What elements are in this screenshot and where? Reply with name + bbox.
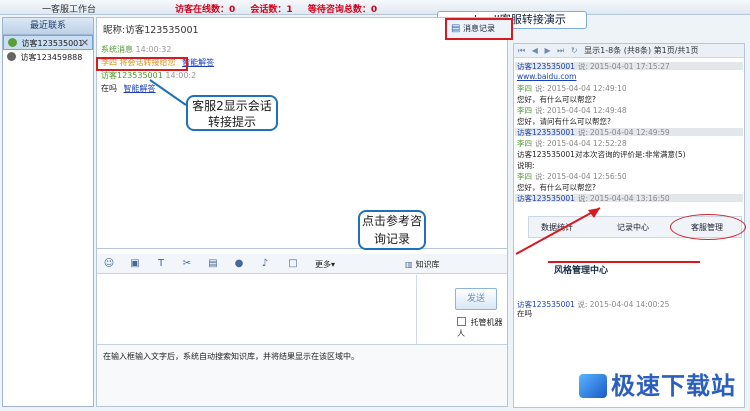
- system-message: 系统消息 14:00:32: [101, 45, 172, 54]
- history-line: www.baidu.com: [517, 72, 577, 81]
- visitor-message-header: 访客123535001 14:00:2: [101, 71, 197, 80]
- transfer-highlight-box: [96, 57, 188, 71]
- history-line: 访客123535001对本次咨询的评价是:非常满意(5): [517, 150, 686, 159]
- pagination-info: 显示1-8条 (共8条) 第1页/共1页: [584, 46, 699, 55]
- robot-checkbox[interactable]: 托管机器人: [457, 317, 507, 339]
- history-line: 李四 说: 2015-04-04 12:49:10: [517, 84, 627, 93]
- chat-panel: 昵称:访客123535001 系统消息 14:00:32 李四 将会话转接给您 …: [96, 17, 513, 407]
- highlight-ellipse: [670, 214, 746, 240]
- stats-bar: 访客在线数：0 会话数：1 等待咨询总数：0: [175, 2, 389, 15]
- message-input[interactable]: [97, 275, 417, 346]
- visitor-item[interactable]: 访客123459888: [3, 50, 93, 65]
- history-line: 访客123535001 说: 2015-04-04 13:16:50: [517, 194, 670, 203]
- history-line: 李四 说: 2015-04-04 12:52:28: [517, 139, 627, 148]
- input-toolbar: ☺ ▣ T ✂ ▤ ● ♪ □ 更多▾ 知识库: [97, 254, 507, 274]
- history-line: 您好，有什么可以帮您?: [517, 183, 596, 192]
- visitor-avatar-icon: [8, 38, 17, 47]
- tab-statistics[interactable]: 数据统计: [541, 222, 573, 233]
- history-line: 访客123535001 说: 2015-04-04 12:49:59: [517, 128, 670, 137]
- history-panel: ⏮ ◀ ▶ ⏭ ↻ 显示1-8条 (共8条) 第1页/共1页 访客1235350…: [513, 43, 746, 408]
- style-center-title: 风格管理中心: [554, 266, 609, 276]
- history-bottom-entry: 访客123535001 说: 2015-04-04 14:00:25: [517, 300, 670, 309]
- font-icon[interactable]: T: [155, 258, 167, 270]
- history-line: 李四 说: 2015-04-04 12:49:48: [517, 106, 627, 115]
- stat-waiting: 等待咨询总数：0: [307, 5, 378, 15]
- tab-record-center[interactable]: 记录中心: [617, 222, 649, 233]
- visitor-label: 访客123535001: [21, 39, 84, 48]
- watermark: 极速下载站: [579, 366, 736, 401]
- knowledge-hint-area: 在输入框输入文字后，系统自动搜索知识库，并将结果显示在该区域中。: [97, 344, 507, 406]
- history-line: 您好，有什么可以帮您?: [517, 95, 596, 104]
- history-bottom-text: 在吗: [517, 309, 532, 318]
- visitor-label: 访客123459888: [20, 53, 83, 62]
- history-line: 李四 说: 2015-04-04 12:56:50: [517, 172, 627, 181]
- visitor-avatar-icon: [7, 52, 16, 61]
- history-line: 访客123535001 说: 2015-04-01 17:15:27: [517, 62, 670, 71]
- history-pagination: ⏮ ◀ ▶ ⏭ ↻ 显示1-8条 (共8条) 第1页/共1页: [514, 44, 744, 58]
- transfer-callout: 客服2显示会话转接提示: [186, 95, 278, 131]
- title-bar: 一客服工作台 访客在线数：0 会话数：1 等待咨询总数：0: [0, 0, 750, 15]
- stat-online: 访客在线数：0: [175, 5, 236, 15]
- file-icon[interactable]: ▤: [207, 258, 219, 270]
- recent-contacts-panel: 最近联系 访客123535001 ✕ 访客123459888: [2, 17, 94, 407]
- image-icon[interactable]: ▣: [129, 258, 141, 270]
- knowledge-base-button[interactable]: 知识库: [405, 259, 440, 270]
- scissors-icon[interactable]: ✂: [181, 258, 193, 270]
- screen-icon[interactable]: □: [287, 258, 299, 270]
- first-page-icon[interactable]: ⏮: [518, 46, 525, 55]
- visitor-item-active[interactable]: 访客123535001 ✕: [3, 35, 93, 50]
- recent-contacts-header: 最近联系: [3, 18, 93, 35]
- more-menu[interactable]: 更多▾: [315, 259, 335, 270]
- last-page-icon[interactable]: ⏭: [557, 46, 564, 55]
- send-button[interactable]: 发送: [455, 288, 497, 310]
- person-icon[interactable]: ●: [233, 258, 245, 270]
- smart-answer-link[interactable]: 智能解答: [124, 84, 156, 93]
- app-title: 一客服工作台: [42, 5, 97, 15]
- history-line: 说明:: [517, 161, 535, 170]
- bell-icon[interactable]: ♪: [259, 258, 271, 270]
- refresh-icon[interactable]: ↻: [571, 46, 578, 55]
- emoji-icon[interactable]: ☺: [103, 258, 115, 270]
- stat-sessions: 会话数：1: [250, 5, 293, 15]
- close-icon[interactable]: ✕: [81, 36, 89, 51]
- visitor-message: 在吗 智能解答: [101, 84, 156, 93]
- query-callout: 点击参考咨询记录: [358, 210, 426, 250]
- message-record-button[interactable]: 消息记录: [445, 18, 513, 40]
- history-line: 您好，请问有什么可以帮您?: [517, 117, 611, 126]
- visitor-nickname: 昵称:访客123535001: [103, 25, 199, 36]
- next-page-icon[interactable]: ▶: [544, 46, 550, 55]
- chat-history: 系统消息 14:00:32 李四 将会话转接给您 智能解答 访客12353500…: [97, 42, 507, 249]
- checkbox-icon[interactable]: [457, 317, 466, 326]
- prev-page-icon[interactable]: ◀: [532, 46, 538, 55]
- hint-text: 在输入框输入文字后，系统自动搜索知识库，并将结果显示在该区域中。: [103, 352, 359, 361]
